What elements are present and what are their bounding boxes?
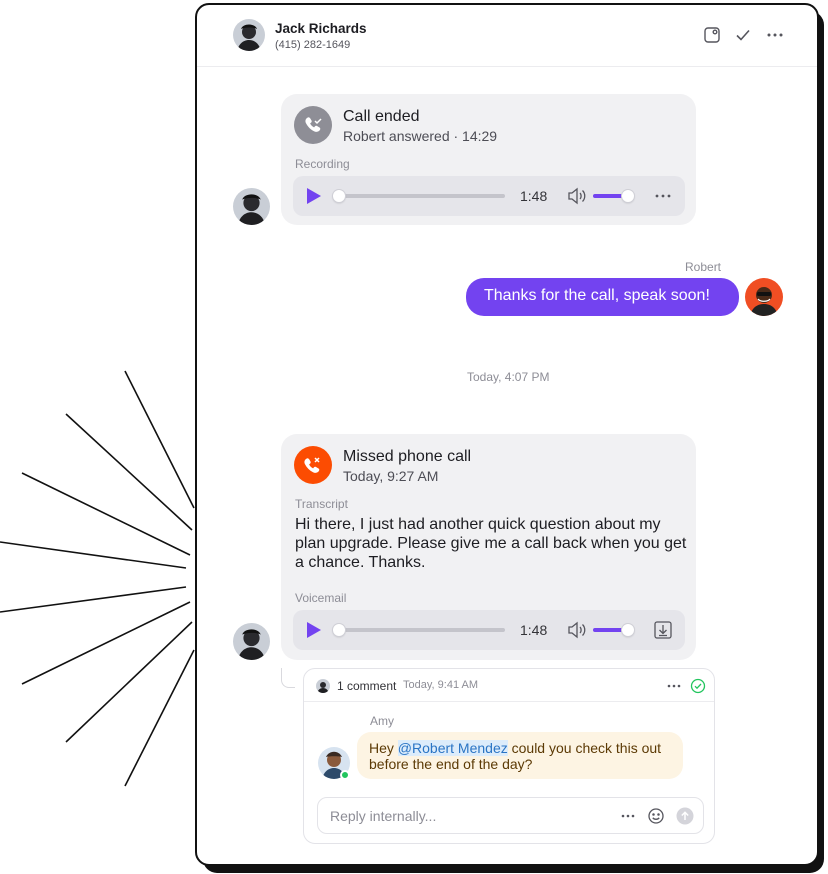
robert-avatar xyxy=(745,278,783,316)
send-icon[interactable] xyxy=(676,807,694,825)
contact-avatar[interactable] xyxy=(233,19,265,51)
transcript-text: Hi there, I just had another quick quest… xyxy=(295,516,687,571)
comment-thread-header: 1 comment Today, 9:41 AM xyxy=(304,669,714,702)
check-icon[interactable] xyxy=(733,25,753,45)
call-ended-card: Call ended Robert answered · 14:29 Recor… xyxy=(281,94,696,225)
comment-author: Amy xyxy=(370,714,394,728)
transcript-label: Transcript xyxy=(295,497,348,511)
phone-answered-icon xyxy=(294,106,332,144)
conversation-header: Jack Richards (415) 282-1649 xyxy=(197,5,817,67)
comment-text-start: Hey xyxy=(369,740,398,756)
resolve-check-icon[interactable] xyxy=(690,678,706,694)
sender-name: Robert xyxy=(685,260,722,274)
voicemail-player: 1:48 xyxy=(293,610,685,650)
reply-box xyxy=(317,797,704,834)
recording-volume-knob[interactable] xyxy=(622,190,634,202)
play-icon[interactable] xyxy=(305,622,323,638)
recording-progress-knob[interactable] xyxy=(333,190,345,202)
comment-count[interactable]: 1 comment xyxy=(337,679,396,693)
missed-call-card: Missed phone call Today, 9:27 AM Transcr… xyxy=(281,434,696,660)
missed-call-icon xyxy=(294,446,332,484)
date-divider: Today, 4:07 PM xyxy=(467,370,550,384)
call-ended-title: Call ended xyxy=(343,108,420,125)
voicemail-volume-knob[interactable] xyxy=(622,624,634,636)
missed-call-title: Missed phone call xyxy=(343,448,472,465)
online-status-dot xyxy=(340,770,350,780)
recording-duration: 1:48 xyxy=(520,188,548,204)
reply-more-icon[interactable] xyxy=(619,807,637,825)
recording-more-icon[interactable] xyxy=(653,186,673,206)
mention-robert[interactable]: @Robert Mendez xyxy=(397,740,508,756)
download-icon[interactable] xyxy=(653,620,673,640)
thread-more-icon[interactable] xyxy=(666,679,682,693)
thread-connector xyxy=(281,668,295,688)
recording-player: 1:48 xyxy=(293,176,685,216)
call-ended-subtitle: Robert answered · 14:29 xyxy=(343,128,498,144)
volume-icon[interactable] xyxy=(567,621,587,639)
voicemail-progress-track[interactable] xyxy=(339,628,505,632)
commenter-avatar-tiny xyxy=(316,679,330,693)
contact-name[interactable]: Jack Richards xyxy=(275,21,367,36)
contact-phone: (415) 282-1649 xyxy=(275,39,351,51)
comment-bubble: Hey @Robert Mendez could you check this … xyxy=(357,732,683,779)
emoji-icon[interactable] xyxy=(647,807,665,825)
reply-input[interactable] xyxy=(318,798,608,833)
outgoing-message-bubble[interactable]: Thanks for the call, speak soon! xyxy=(466,278,739,316)
volume-icon[interactable] xyxy=(567,187,587,205)
voicemail-progress-knob[interactable] xyxy=(333,624,345,636)
voicemail-duration: 1:48 xyxy=(520,622,548,638)
play-icon[interactable] xyxy=(305,188,323,204)
comment-timestamp: Today, 9:41 AM xyxy=(403,679,479,691)
missed-call-subtitle: Today, 9:27 AM xyxy=(343,468,439,484)
contact-card-icon[interactable] xyxy=(702,25,722,45)
recording-label: Recording xyxy=(295,157,350,171)
conversation-window: Jack Richards (415) 282-1649 Call ended … xyxy=(195,3,819,866)
more-icon[interactable] xyxy=(765,25,785,45)
contact-avatar-small xyxy=(233,623,270,660)
voicemail-label: Voicemail xyxy=(295,591,347,605)
contact-avatar-small xyxy=(233,188,270,225)
recording-progress-track[interactable] xyxy=(339,194,505,198)
